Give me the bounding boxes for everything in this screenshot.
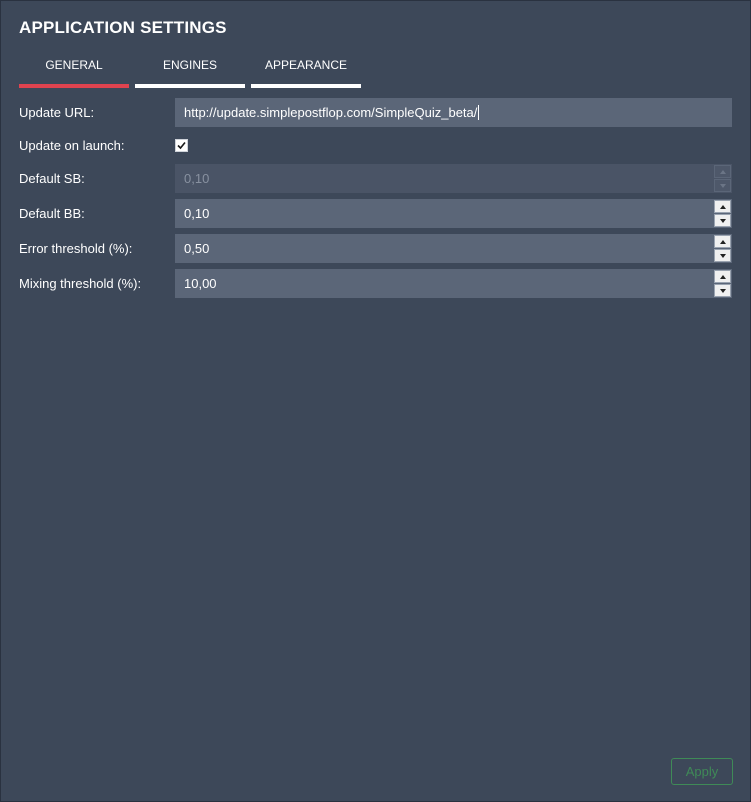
update-url-row: Update URL: http://update.simplepostflop… bbox=[19, 98, 732, 127]
tab-appearance-label: APPEARANCE bbox=[264, 58, 348, 72]
tab-engines[interactable]: ENGINES bbox=[135, 56, 245, 88]
tab-appearance-indicator bbox=[251, 84, 361, 88]
update-url-value: http://update.simplepostflop.com/SimpleQ… bbox=[184, 105, 478, 120]
mixing-threshold-stepper bbox=[714, 270, 731, 297]
mixing-threshold-spinbox[interactable]: 10,00 bbox=[175, 269, 732, 298]
error-threshold-stepper bbox=[714, 235, 731, 262]
arrow-down-icon bbox=[719, 288, 726, 293]
error-threshold-increment-button[interactable] bbox=[714, 235, 731, 248]
arrow-down-icon bbox=[719, 183, 726, 188]
default-sb-label: Default SB: bbox=[19, 171, 85, 186]
error-threshold-label: Error threshold (%): bbox=[19, 241, 133, 256]
tab-general-label: GENERAL bbox=[45, 58, 103, 72]
default-bb-value: 0,10 bbox=[184, 206, 210, 221]
mixing-threshold-label: Mixing threshold (%): bbox=[19, 276, 142, 291]
default-sb-increment-button[interactable] bbox=[714, 165, 731, 178]
text-cursor bbox=[478, 105, 480, 120]
update-on-launch-checkbox[interactable] bbox=[175, 139, 188, 152]
default-sb-decrement-button[interactable] bbox=[714, 179, 731, 192]
update-url-input[interactable]: http://update.simplepostflop.com/SimpleQ… bbox=[175, 98, 732, 127]
tab-appearance[interactable]: APPEARANCE bbox=[251, 56, 361, 88]
default-sb-value: 0,10 bbox=[184, 171, 210, 186]
error-threshold-spinbox[interactable]: 0,50 bbox=[175, 234, 732, 263]
mixing-threshold-increment-button[interactable] bbox=[714, 270, 731, 283]
default-bb-stepper bbox=[714, 200, 731, 227]
settings-window: APPLICATION SETTINGS GENERAL ENGINES APP… bbox=[1, 1, 750, 801]
arrow-down-icon bbox=[719, 253, 726, 258]
arrow-up-icon bbox=[719, 204, 726, 209]
default-bb-spinbox[interactable]: 0,10 bbox=[175, 199, 732, 228]
mixing-threshold-value: 10,00 bbox=[184, 276, 217, 291]
error-threshold-row: Error threshold (%): 0,50 bbox=[19, 234, 732, 263]
error-threshold-value: 0,50 bbox=[184, 241, 210, 256]
error-threshold-decrement-button[interactable] bbox=[714, 249, 731, 262]
tab-general-indicator bbox=[19, 84, 129, 88]
default-bb-label: Default BB: bbox=[19, 206, 85, 221]
default-sb-spinbox[interactable]: 0,10 bbox=[175, 164, 732, 193]
arrow-up-icon bbox=[719, 274, 726, 279]
update-on-launch-row: Update on launch: bbox=[19, 131, 732, 160]
mixing-threshold-row: Mixing threshold (%): 10,00 bbox=[19, 269, 732, 298]
checkmark-icon bbox=[177, 141, 186, 150]
default-bb-decrement-button[interactable] bbox=[714, 214, 731, 227]
update-on-launch-label: Update on launch: bbox=[19, 138, 125, 153]
default-sb-row: Default SB: 0,10 bbox=[19, 164, 732, 193]
default-sb-stepper bbox=[714, 165, 731, 192]
mixing-threshold-decrement-button[interactable] bbox=[714, 284, 731, 297]
window-title: APPLICATION SETTINGS bbox=[19, 18, 227, 37]
tab-general[interactable]: GENERAL bbox=[19, 56, 129, 88]
arrow-up-icon bbox=[719, 239, 726, 244]
tab-engines-indicator bbox=[135, 84, 245, 88]
arrow-up-icon bbox=[719, 169, 726, 174]
default-bb-increment-button[interactable] bbox=[714, 200, 731, 213]
default-bb-row: Default BB: 0,10 bbox=[19, 199, 732, 228]
tab-engines-label: ENGINES bbox=[162, 58, 217, 72]
tab-bar: GENERAL ENGINES APPEARANCE bbox=[19, 56, 361, 88]
apply-button[interactable]: Apply bbox=[671, 758, 733, 785]
update-url-label: Update URL: bbox=[19, 105, 95, 120]
arrow-down-icon bbox=[719, 218, 726, 223]
